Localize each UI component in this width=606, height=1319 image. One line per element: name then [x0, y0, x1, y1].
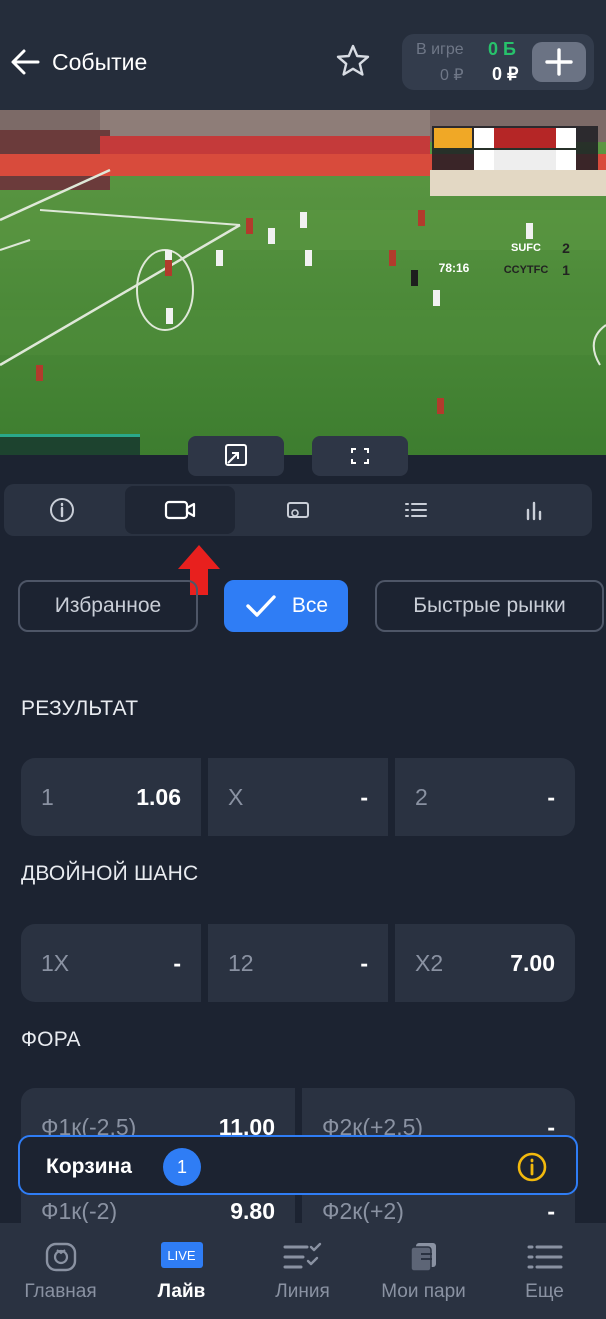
odd-label: 2	[415, 783, 428, 810]
tab-animation[interactable]	[243, 486, 353, 534]
odd-label: 1	[41, 783, 54, 810]
plus-icon	[545, 48, 573, 76]
basket-bar[interactable]: Корзина 1	[18, 1135, 578, 1195]
info-icon	[50, 498, 74, 522]
odd-value: -	[360, 783, 368, 810]
video-camera-icon	[164, 500, 196, 520]
soccer-ball-icon	[45, 1242, 76, 1272]
nav-home-label: Главная	[24, 1281, 97, 1302]
bottom-navigation: Главная LIVE Лайв Линия Мои пари Еще	[0, 1223, 606, 1319]
odd-cell[interactable]: 1 1.06	[21, 758, 201, 836]
market-title-double-chance: ДВОЙНОЙ ШАНС	[21, 862, 199, 885]
odd-label: 12	[228, 949, 254, 976]
filter-quick-markets-label: Быстрые рынки	[413, 594, 566, 617]
pip-button[interactable]	[188, 436, 284, 476]
odd-cell[interactable]: 2 -	[395, 758, 575, 836]
tab-statistics[interactable]	[479, 486, 589, 534]
app-header: Событие В игре 0 ₽ 0 Б 0 ₽	[0, 0, 606, 110]
nav-line[interactable]: Линия	[242, 1223, 363, 1319]
filter-all[interactable]: Все	[224, 580, 348, 632]
tab-list[interactable]	[361, 486, 471, 534]
odd-cell[interactable]: X2 7.00	[395, 924, 575, 1002]
match-time: 78:16	[438, 261, 470, 275]
odd-label: Ф1к(-2)	[41, 1198, 118, 1224]
nav-my-bets-label: Мои пари	[381, 1281, 466, 1302]
odd-value: -	[547, 783, 555, 810]
picture-in-picture-icon	[225, 444, 247, 466]
odd-label: 1X	[41, 949, 70, 976]
live-badge-icon: LIVE	[160, 1242, 203, 1268]
fullscreen-button[interactable]	[312, 436, 408, 476]
odd-value: 9.80	[230, 1198, 275, 1224]
deposit-button[interactable]	[532, 42, 586, 82]
nav-more[interactable]: Еще	[484, 1223, 605, 1319]
menu-list-icon	[527, 1245, 562, 1269]
nav-live[interactable]: LIVE Лайв	[121, 1223, 242, 1319]
fullscreen-icon	[351, 448, 369, 464]
filter-favorites[interactable]: Избранное	[18, 580, 198, 632]
bet-slips-icon	[409, 1243, 436, 1272]
checkmark-icon	[246, 595, 276, 617]
tab-video[interactable]	[125, 486, 235, 534]
in-game-amount: 0 ₽	[440, 67, 464, 84]
tab-info[interactable]	[7, 486, 117, 534]
odd-label: X	[228, 783, 244, 810]
odd-cell[interactable]: 1X -	[21, 924, 201, 1002]
odd-value: -	[360, 949, 368, 976]
nav-line-label: Линия	[275, 1281, 330, 1302]
team2-score: 1	[562, 262, 570, 278]
filter-quick-markets[interactable]: Быстрые рынки	[375, 580, 604, 632]
event-tabs	[4, 484, 592, 536]
market-title-result: РЕЗУЛЬТАТ	[21, 697, 139, 720]
match-video-frame	[0, 110, 606, 455]
odd-cell[interactable]: 12 -	[208, 924, 388, 1002]
pitch-animation-icon	[287, 502, 309, 518]
checklist-icon	[283, 1242, 321, 1269]
back-arrow-icon[interactable]	[8, 44, 44, 80]
team2-name: CCYTFC	[503, 264, 549, 276]
video-player[interactable]: 78:16 SUFC CCYTFC 2 1	[0, 110, 606, 455]
info-icon[interactable]	[516, 1151, 548, 1183]
in-game-label: В игре	[416, 41, 464, 58]
odd-label: Ф2к(+2)	[322, 1198, 404, 1224]
odd-value: -	[173, 949, 181, 976]
odd-label: X2	[415, 949, 444, 976]
team1-score: 2	[562, 240, 570, 256]
odd-value: 7.00	[510, 949, 555, 976]
filter-favorites-label: Избранное	[54, 594, 162, 617]
market-title-handicap: ФОРА	[21, 1028, 81, 1051]
basket-count-badge: 1	[163, 1148, 201, 1186]
team1-name: SUFC	[511, 242, 541, 254]
list-icon	[405, 503, 427, 517]
odd-cell[interactable]: X -	[208, 758, 388, 836]
balance-widget[interactable]: В игре 0 ₽ 0 Б 0 ₽	[402, 34, 594, 90]
nav-home[interactable]: Главная	[0, 1223, 121, 1319]
nav-more-label: Еще	[525, 1281, 564, 1302]
filter-all-label: Все	[291, 594, 329, 617]
page-title: Событие	[52, 49, 148, 75]
money-balance: 0 ₽	[492, 64, 519, 84]
bonus-balance: 0 Б	[488, 39, 516, 59]
bar-chart-icon	[526, 501, 542, 521]
odd-value: 1.06	[136, 783, 181, 810]
odd-value: -	[547, 1198, 555, 1224]
basket-label: Корзина	[46, 1155, 132, 1178]
nav-my-bets[interactable]: Мои пари	[363, 1223, 484, 1319]
nav-live-label: Лайв	[157, 1281, 206, 1302]
favorite-star-icon[interactable]	[334, 42, 372, 80]
